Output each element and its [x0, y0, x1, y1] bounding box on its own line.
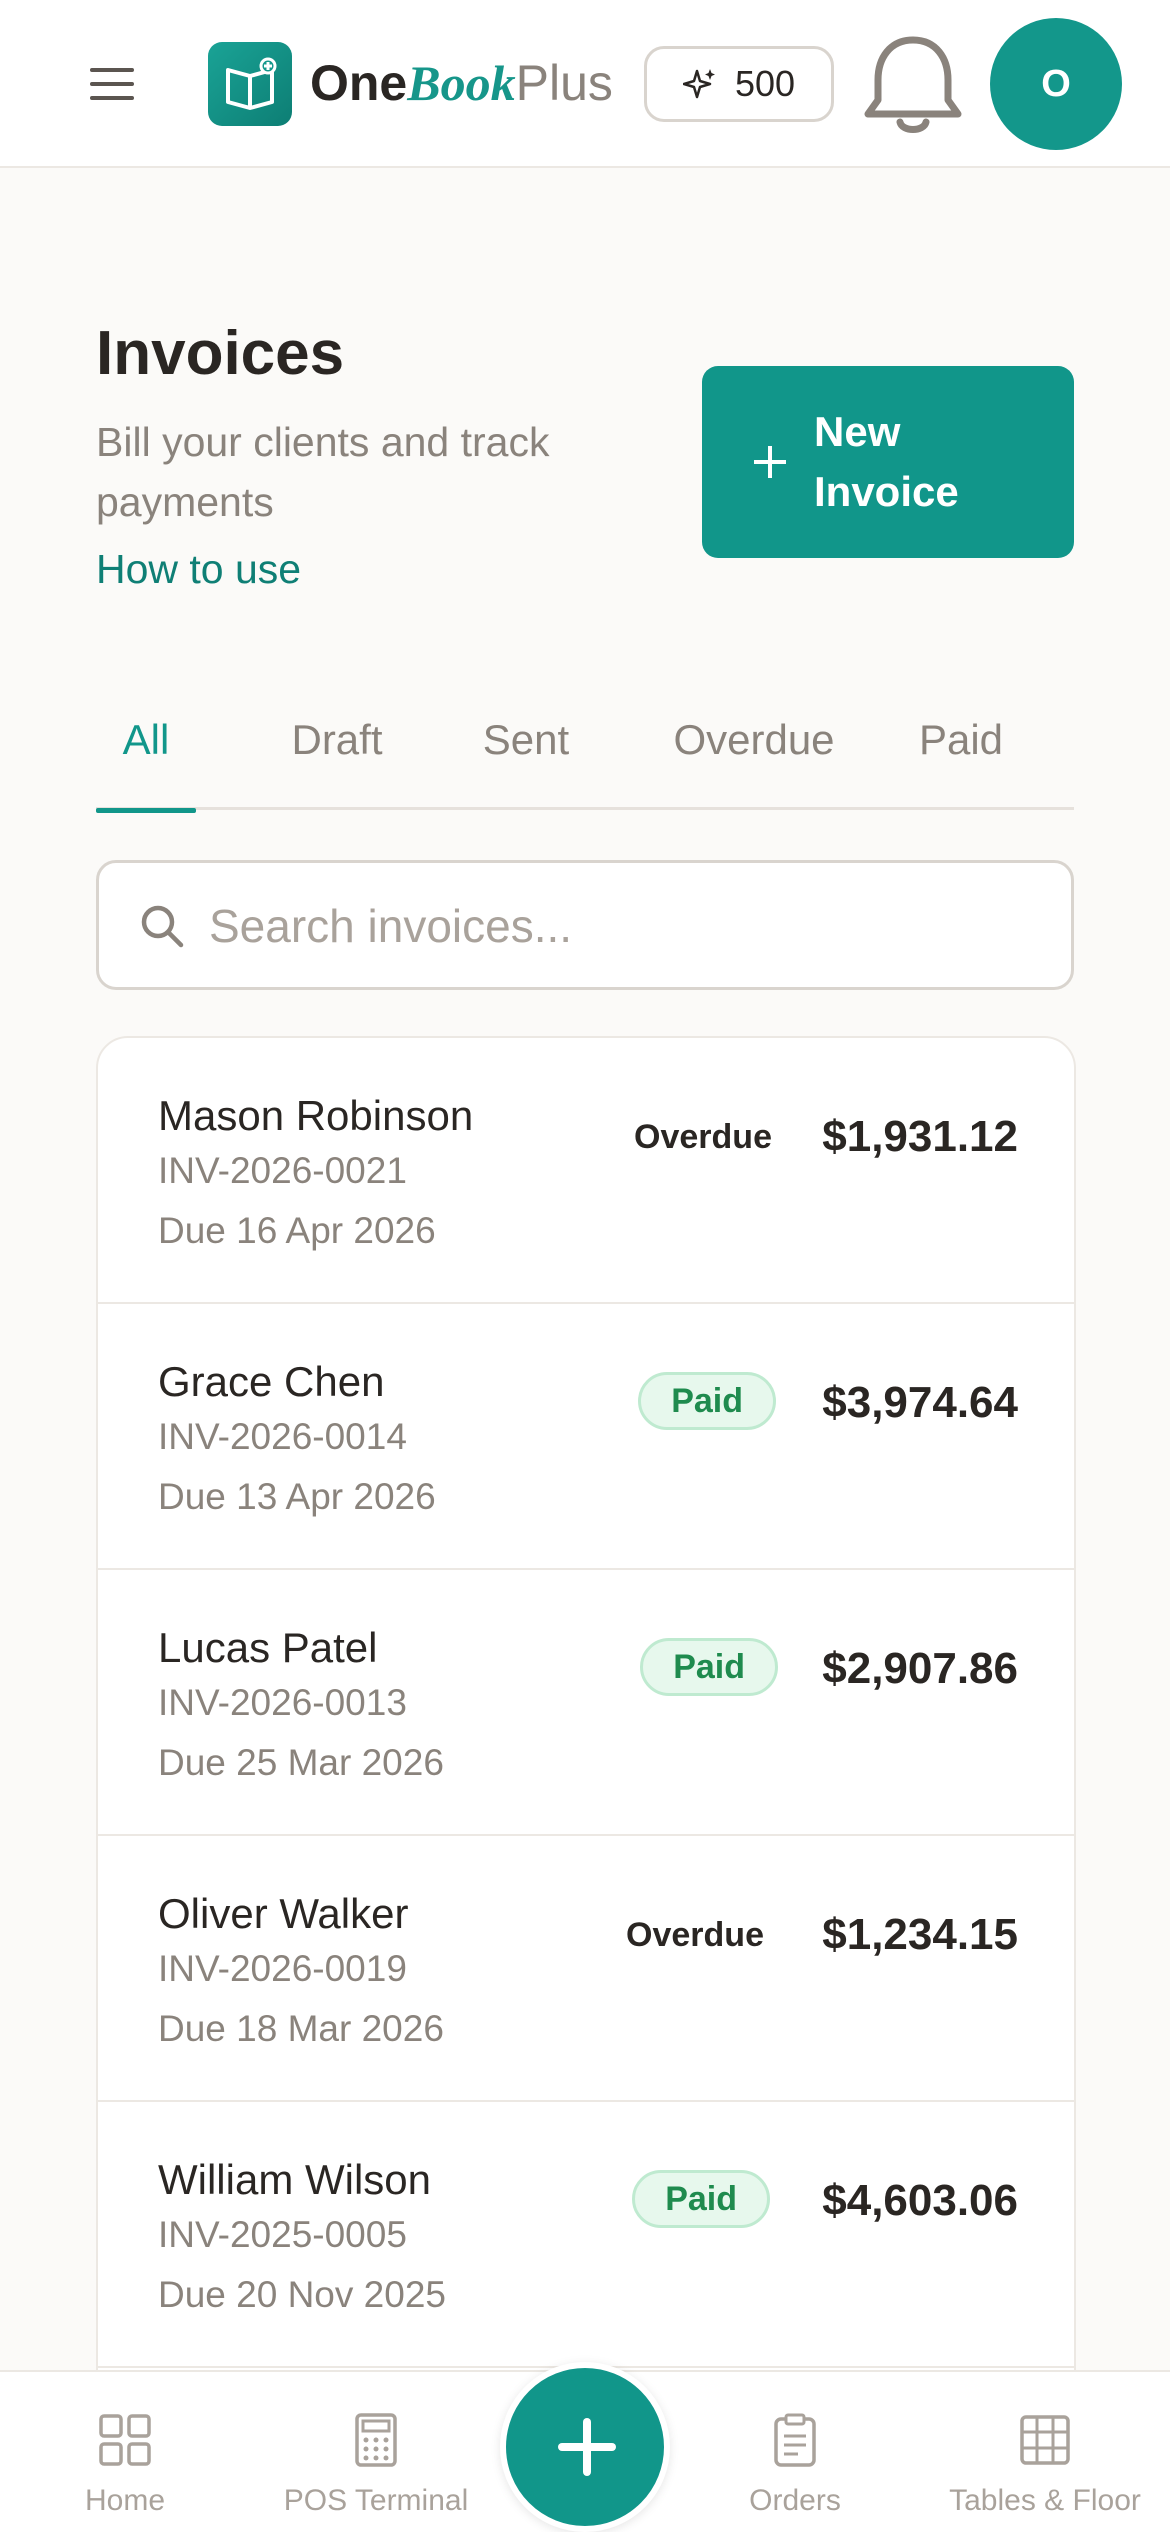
credits-count: 500 — [734, 63, 796, 104]
invoice-amount: $1,931.12 — [822, 1112, 1018, 1161]
logo-icon — [208, 42, 292, 126]
tab-paid[interactable]: Paid — [906, 704, 1016, 810]
client-name: Grace Chen — [158, 1358, 385, 1405]
sparkle-icon — [682, 69, 715, 99]
invoice-amount: $2,907.86 — [822, 1644, 1018, 1693]
tab-all[interactable]: All — [96, 704, 196, 813]
avatar[interactable]: O — [990, 18, 1122, 150]
client-name: Oliver Walker — [158, 1890, 409, 1937]
status-badge: Overdue — [634, 1118, 772, 1156]
nav-tables-floor[interactable]: Tables & Floor — [930, 2372, 1160, 2532]
due-date: Due 13 Apr 2026 — [158, 1476, 436, 1517]
app-header: OneBookPlus 500 O — [0, 0, 1170, 168]
due-date: Due 20 Nov 2025 — [158, 2274, 446, 2315]
client-name: William Wilson — [158, 2156, 431, 2203]
how-to-use-link[interactable]: How to use — [96, 546, 301, 593]
nav-label: Orders — [749, 2484, 841, 2517]
invoice-row[interactable]: Oliver Walker INV-2026-0019 Due 18 Mar 2… — [98, 1836, 1074, 2102]
tab-draft[interactable]: Draft — [262, 704, 412, 810]
nav-orders[interactable]: Orders — [710, 2372, 880, 2532]
tab-overdue[interactable]: Overdue — [644, 704, 864, 810]
client-name: Lucas Patel — [158, 1624, 378, 1671]
nav-label: Home — [84, 2484, 166, 2517]
invoice-number: INV-2025-0005 — [158, 2214, 407, 2255]
nav-pos-terminal[interactable]: POS Terminal — [266, 2372, 486, 2532]
invoice-row[interactable]: Lucas Patel INV-2026-0013 Due 25 Mar 202… — [98, 1570, 1074, 1836]
invoice-number: INV-2026-0013 — [158, 1682, 407, 1723]
add-fab-button[interactable] — [500, 2362, 670, 2532]
due-date: Due 18 Mar 2026 — [158, 2008, 444, 2049]
search-box — [96, 860, 1074, 990]
new-invoice-label: New Invoice — [814, 408, 959, 515]
invoice-list: Mason Robinson INV-2026-0021 Due 16 Apr … — [96, 1036, 1076, 2396]
invoice-amount: $3,974.64 — [822, 1378, 1018, 1427]
nav-label: Tables & Floor — [949, 2484, 1141, 2517]
status-tabs: All Draft Sent Overdue Paid — [96, 704, 1074, 813]
bell-icon[interactable] — [858, 28, 968, 140]
status-badge: Overdue — [626, 1916, 764, 1954]
hamburger-icon — [90, 68, 134, 72]
invoice-row[interactable]: Grace Chen INV-2026-0014 Due 13 Apr 2026… — [98, 1304, 1074, 1570]
table-grid-icon — [1020, 2415, 1070, 2465]
invoice-number: INV-2026-0019 — [158, 1948, 407, 1989]
calculator-icon — [355, 2413, 397, 2467]
status-badge: Paid — [640, 1638, 778, 1696]
invoice-number: INV-2026-0014 — [158, 1416, 407, 1457]
invoice-amount: $1,234.15 — [822, 1910, 1018, 1959]
credits-button[interactable]: 500 — [644, 46, 834, 122]
search-icon — [141, 905, 184, 948]
invoice-number: INV-2026-0021 — [158, 1150, 407, 1191]
client-name: Mason Robinson — [158, 1092, 474, 1139]
invoice-row[interactable]: Mason Robinson INV-2026-0021 Due 16 Apr … — [98, 1038, 1074, 1304]
page-title: Invoices — [96, 319, 345, 388]
nav-label: POS Terminal — [283, 2484, 469, 2517]
menu-button[interactable] — [82, 56, 146, 112]
plus-icon — [754, 446, 786, 478]
open-book-icon — [226, 57, 277, 110]
page-subtitle: Bill your clients and track payments — [96, 419, 550, 525]
invoice-amount: $4,603.06 — [822, 2176, 1018, 2225]
invoice-row[interactable]: William Wilson INV-2025-0005 Due 20 Nov … — [98, 2102, 1074, 2368]
due-date: Due 16 Apr 2026 — [158, 1210, 436, 1251]
due-date: Due 25 Mar 2026 — [158, 1742, 444, 1783]
brand-name: OneBookPlus — [310, 55, 613, 111]
clipboard-icon — [774, 2413, 816, 2467]
nav-home[interactable]: Home — [40, 2372, 210, 2532]
status-badge: Paid — [632, 2170, 770, 2228]
status-badge: Paid — [638, 1372, 776, 1430]
new-invoice-button[interactable]: New Invoice — [702, 366, 1074, 558]
search-input[interactable] — [209, 883, 1039, 969]
grid-icon — [99, 2414, 151, 2466]
tab-sent[interactable]: Sent — [456, 704, 596, 810]
